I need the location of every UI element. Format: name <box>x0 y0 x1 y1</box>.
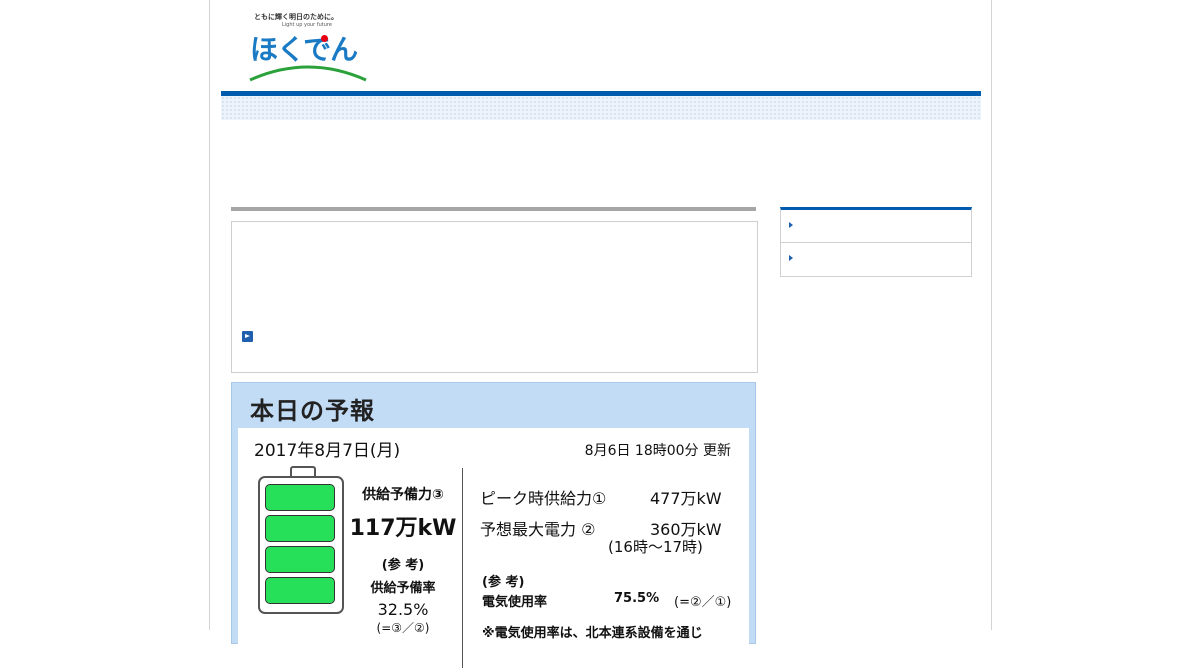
reference-label: (参 考) <box>381 558 425 573</box>
battery-cell <box>265 484 335 511</box>
peak-supply-row: ピーク時供給力① 477万kW <box>480 485 722 509</box>
forecast-panel: 本日の予報 2017年8月7日(月) 8月6日 18時00分 更新 供給予備力③… <box>231 382 756 668</box>
arrow-right-icon[interactable] <box>242 331 253 342</box>
usage-label: 電気使用率 <box>482 595 548 610</box>
logo-arc-icon <box>249 65 367 82</box>
reserve-column: 供給予備力③ 117万kW (参 考) 供給予備率 32.5% (=③／②) <box>348 484 458 636</box>
battery-cell <box>265 515 335 542</box>
logo-red-dot <box>321 35 328 42</box>
side-menu-item[interactable] <box>781 210 971 243</box>
battery-body <box>258 476 344 614</box>
section-divider <box>231 207 756 211</box>
battery-cell <box>265 577 335 604</box>
usage-row: 電気使用率 75.5% (=②／①) <box>482 591 752 610</box>
column-divider <box>462 468 463 668</box>
forecast-date: 2017年8月7日(月) <box>254 441 401 461</box>
forecast-updated: 8月6日 18時00分 更新 <box>584 443 731 459</box>
side-menu-item[interactable] <box>781 243 971 275</box>
reserve-rate-value: 32.5% <box>377 600 429 619</box>
battery-cell <box>265 546 335 573</box>
battery-icon <box>258 466 346 616</box>
reference-label-2: (参 考) <box>482 575 525 590</box>
peak-supply-label: ピーク時供給力① <box>480 489 607 508</box>
hokuden-logo[interactable]: ともに輝く明日のために。 Light up your future ほくでん <box>248 10 388 82</box>
peak-supply-value: 477万kW <box>650 489 722 508</box>
usage-value: 75.5% <box>614 591 660 606</box>
page-container: ともに輝く明日のために。 Light up your future ほくでん 本… <box>209 0 992 668</box>
reserve-rate-label: 供給予備率 <box>370 581 436 596</box>
side-menu <box>780 207 972 277</box>
footnote-text: ※電気使用率は、北本連系設備を通じ <box>482 626 703 641</box>
reserve-value: 117万kW <box>349 516 457 541</box>
max-demand-row: 予想最大電力 ② 360万kW <box>480 516 722 540</box>
reserve-label: 供給予備力③ <box>362 487 444 503</box>
header-band <box>221 96 981 120</box>
forecast-title: 本日の予報 <box>250 397 375 425</box>
reserve-rate-formula: (=③／②) <box>376 621 430 635</box>
logo-tagline: ともに輝く明日のために。 <box>254 13 338 21</box>
usage-formula: (=②／①) <box>674 595 732 610</box>
notice-box <box>231 221 758 373</box>
forecast-body: 2017年8月7日(月) 8月6日 18時00分 更新 供給予備力③ 117万k… <box>238 428 752 668</box>
max-demand-label: 予想最大電力 ② <box>480 520 596 539</box>
max-demand-time: (16時～17時) <box>608 538 703 556</box>
